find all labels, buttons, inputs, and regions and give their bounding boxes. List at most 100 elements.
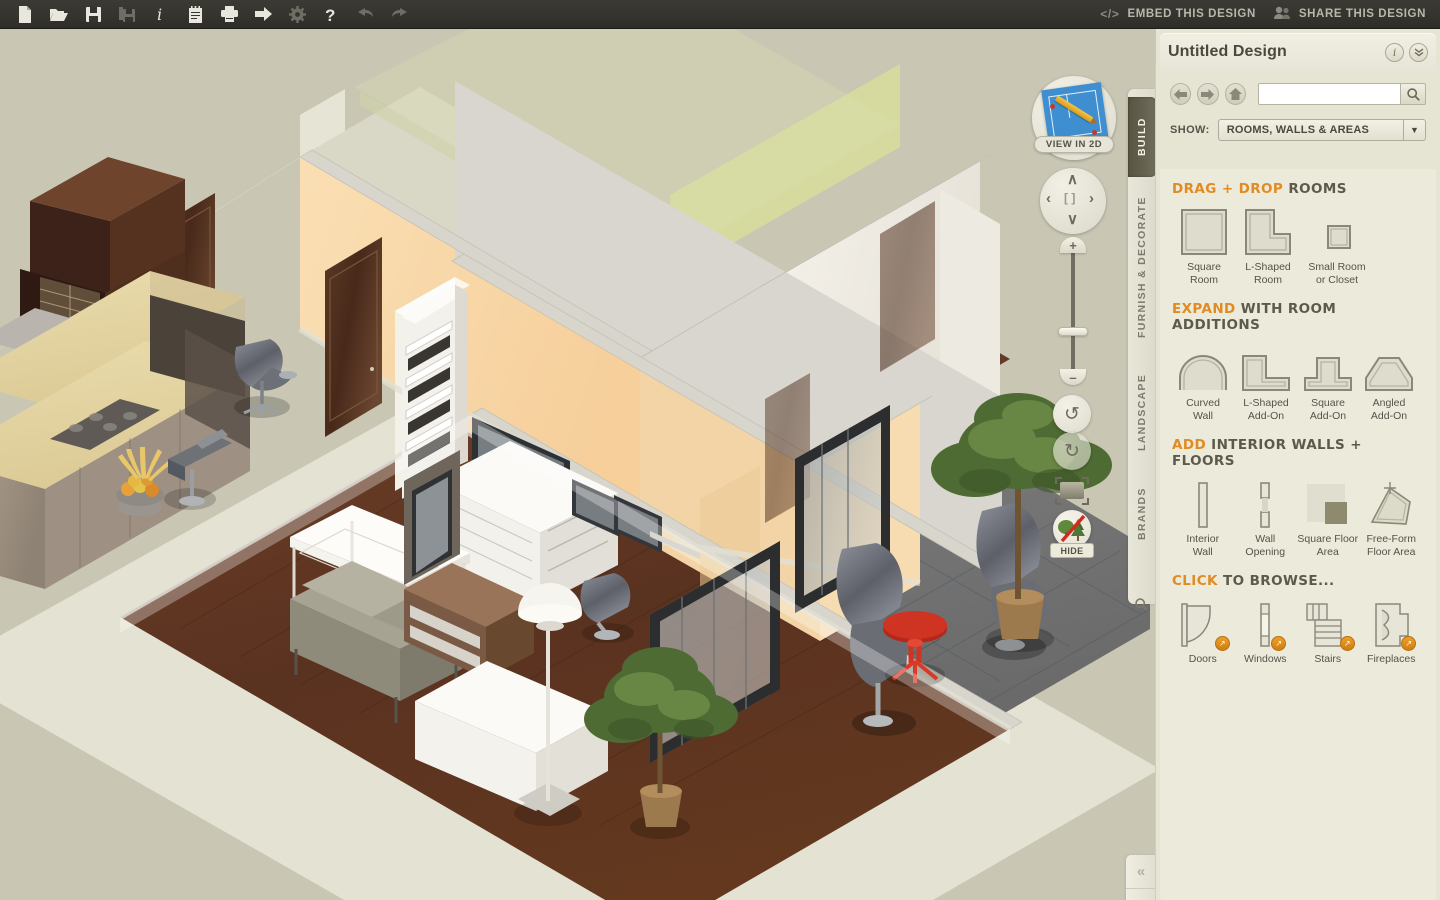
panel-info-button[interactable]: i [1385, 42, 1404, 62]
item-interior-wall[interactable]: Interior Wall [1172, 478, 1234, 558]
square-floor-area-icon [1305, 478, 1351, 528]
floorplan-3d-render [0, 29, 1155, 900]
interior-wall-icon [1190, 478, 1216, 528]
zoom-in-button[interactable]: + [1060, 237, 1086, 253]
item-l-shaped-addon[interactable]: L-Shaped Add-On [1234, 342, 1298, 422]
section-items: ↗ Doors ↗ Windows ↗ Stairs ↗ Fireplaces [1172, 598, 1424, 666]
item-square-room[interactable]: Square Room [1172, 206, 1236, 286]
browse-badge[interactable]: ↗ [1214, 636, 1230, 651]
panel-header: Untitled Design i [1160, 33, 1436, 71]
section-title: CLICK TO BROWSE... [1172, 573, 1424, 589]
browse-badge[interactable]: ↗ [1271, 636, 1287, 651]
crop-corner-tl [1055, 477, 1062, 484]
browse-badge[interactable]: ↗ [1339, 636, 1355, 651]
rail-tab-build[interactable]: BUILD [1128, 97, 1155, 177]
fireplaces-icon: ↗ [1370, 598, 1417, 651]
item-doors[interactable]: ↗ Doors [1172, 598, 1234, 666]
section-interior-walls-floors: ADD INTERIOR WALLS + FLOORS Interior Wall… [1172, 437, 1424, 558]
section-title-highlight: ADD [1172, 437, 1207, 453]
item-caption: Interior Wall [1186, 533, 1220, 558]
recenter-button[interactable]: [ ] [1064, 191, 1075, 205]
open-folder-icon[interactable] [42, 0, 76, 28]
redo-icon[interactable] [382, 0, 416, 28]
curved-wall-icon [1177, 342, 1229, 392]
panel-collapse-button[interactable] [1409, 42, 1428, 62]
section-title-highlight: CLICK [1172, 573, 1218, 589]
item-caption: L-Shaped Room [1245, 261, 1291, 286]
crop-corner-br [1082, 498, 1089, 505]
pan-left-button[interactable]: ‹ [1046, 190, 1051, 207]
print-icon[interactable] [212, 0, 246, 28]
rail-tab-landscape[interactable]: LANDSCAPE [1128, 357, 1155, 467]
new-document-icon[interactable] [8, 0, 42, 28]
people-icon [1273, 6, 1291, 22]
export-icon[interactable] [246, 0, 280, 28]
zoom-slider-knob[interactable] [1058, 327, 1088, 336]
item-curved-wall[interactable]: Curved Wall [1172, 342, 1234, 422]
item-angled-addon[interactable]: Angled Add-On [1358, 342, 1420, 422]
zoom-out-button[interactable]: – [1060, 369, 1086, 385]
section-title: EXPAND WITH ROOM ADDITIONS [1172, 301, 1424, 333]
pan-up-button[interactable]: ∧ [1067, 170, 1078, 188]
rotate-right-button[interactable]: ↻ [1053, 432, 1091, 470]
section-click-to-browse: CLICK TO BROWSE... ↗ Doors ↗ Windows ↗ S… [1172, 573, 1424, 666]
search-input[interactable] [1262, 84, 1405, 104]
item-windows[interactable]: ↗ Windows [1234, 598, 1298, 666]
settings-gear-icon[interactable] [280, 0, 314, 28]
item-caption: L-Shaped Add-On [1243, 397, 1289, 422]
nav-back-button[interactable] [1170, 83, 1192, 105]
doors-icon: ↗ [1180, 598, 1230, 651]
nav-home-button[interactable] [1224, 83, 1246, 105]
pan-right-button[interactable]: › [1089, 190, 1094, 207]
rail-tab-furnish-decorate[interactable]: FURNISH & DECORATE [1128, 183, 1155, 351]
nav-forward-button[interactable] [1197, 83, 1219, 105]
item-square-addon[interactable]: Square Add-On [1298, 342, 1358, 422]
item-caption: Curved Wall [1186, 397, 1220, 422]
undo-icon[interactable] [348, 0, 382, 28]
section-title-highlight: EXPAND [1172, 301, 1236, 317]
item-l-shaped-room[interactable]: L-Shaped Room [1236, 206, 1300, 286]
browse-badge[interactable]: ↗ [1401, 636, 1417, 651]
svg-text:?: ? [325, 6, 335, 23]
item-square-floor-area[interactable]: Square Floor Area [1297, 478, 1359, 558]
hide-label[interactable]: HIDE [1050, 543, 1094, 558]
square-addon-icon [1302, 342, 1354, 392]
item-wall-opening[interactable]: Wall Opening [1234, 478, 1298, 558]
section-title-highlight: DRAG + DROP [1172, 181, 1284, 197]
rail-tab-brands[interactable]: BRANDS [1128, 473, 1155, 555]
show-filter-row: SHOW: ROOMS, WALLS & AREAS ▼ [1160, 115, 1436, 145]
section-room-additions: EXPAND WITH ROOM ADDITIONS Curved Wall L-… [1172, 301, 1424, 422]
zoom-slider-track[interactable] [1071, 251, 1075, 373]
zoom-slider[interactable]: + – [1058, 237, 1088, 385]
save-icon[interactable] [76, 0, 110, 28]
help-icon[interactable]: ? [314, 0, 348, 28]
section-title: DRAG + DROP ROOMS [1172, 181, 1424, 197]
pan-dpad[interactable]: ∧ ∨ ‹ › [ ] [1040, 168, 1106, 234]
share-this-design-button[interactable]: SHARE THIS DESIGN [1273, 6, 1426, 22]
plan-dot-start [1050, 104, 1055, 109]
crop-corner-bl [1055, 498, 1062, 505]
save-as-icon[interactable] [110, 0, 144, 28]
item-caption: Wall Opening [1245, 533, 1286, 558]
search-submit-button[interactable] [1400, 83, 1426, 105]
item-stairs[interactable]: ↗ Stairs [1297, 598, 1359, 666]
info-icon[interactable]: i [144, 0, 178, 28]
item-free-form-floor-area[interactable]: Free-Form Floor Area [1359, 478, 1424, 558]
panel-body: DRAG + DROP ROOMS Square Room L-Shaped Roo… [1160, 169, 1436, 900]
pan-down-button[interactable]: ∨ [1067, 210, 1078, 228]
notes-icon[interactable] [178, 0, 212, 28]
section-title-rest: ROOMS [1283, 181, 1347, 197]
embed-this-design-button[interactable]: </> EMBED THIS DESIGN [1100, 7, 1256, 21]
panel-search[interactable] [1257, 83, 1426, 105]
item-fireplaces[interactable]: ↗ Fireplaces [1359, 598, 1424, 666]
svg-text:i: i [157, 6, 162, 22]
rotate-left-button[interactable]: ↺ [1053, 395, 1091, 433]
chevron-down-icon[interactable]: ▼ [1403, 120, 1425, 140]
collapse-left-button[interactable]: « [1126, 855, 1155, 889]
design-3d-viewport[interactable]: VIEW IN 2D ∧ ∨ ‹ › [ ] + – ↺ ↻ HIDE BUIL… [0, 29, 1155, 900]
fit-to-screen-button[interactable] [1055, 477, 1089, 505]
item-small-room-closet[interactable]: Small Room or Closet [1300, 206, 1374, 286]
collapse-right-button[interactable]: » [1126, 889, 1155, 900]
view-in-2d-label[interactable]: VIEW IN 2D [1034, 136, 1114, 153]
show-dropdown[interactable]: ROOMS, WALLS & AREAS ▼ [1217, 119, 1426, 141]
